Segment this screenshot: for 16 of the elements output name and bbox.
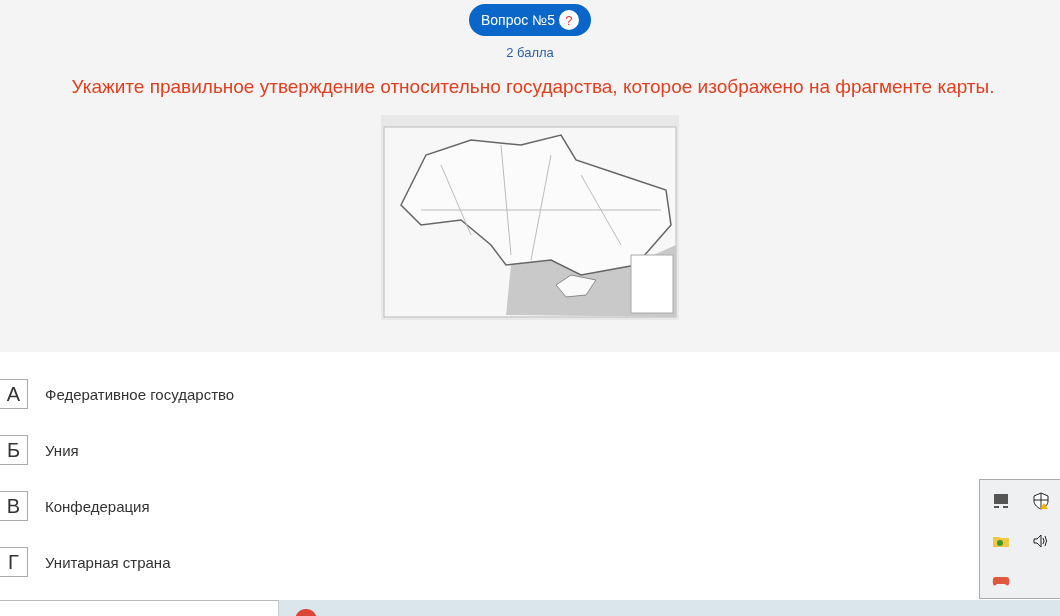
taskbar-search-field[interactable] bbox=[0, 600, 279, 616]
question-number: Вопрос №5 bbox=[481, 12, 555, 28]
speaker-icon[interactable] bbox=[1032, 532, 1050, 550]
help-button[interactable]: ? bbox=[559, 10, 579, 30]
points-label: 2 балла bbox=[506, 45, 554, 60]
option-text[interactable]: Унитарная страна bbox=[45, 553, 171, 571]
option-letter[interactable]: Б bbox=[0, 435, 28, 465]
option-text[interactable]: Конфедерация bbox=[45, 497, 150, 515]
shield-icon[interactable] bbox=[1032, 492, 1050, 510]
option-letter[interactable]: Г bbox=[0, 547, 28, 577]
option-letter[interactable]: В bbox=[0, 491, 28, 521]
option-text[interactable]: Федеративное государство bbox=[45, 385, 235, 403]
question-text: Укажите правильное утверждение относительно государства, которое изображено на фрагменте карты. bbox=[71, 76, 995, 98]
option-text[interactable]: Уния bbox=[45, 441, 79, 459]
option-letter[interactable]: А bbox=[0, 379, 28, 409]
monitor-icon[interactable] bbox=[992, 492, 1010, 510]
